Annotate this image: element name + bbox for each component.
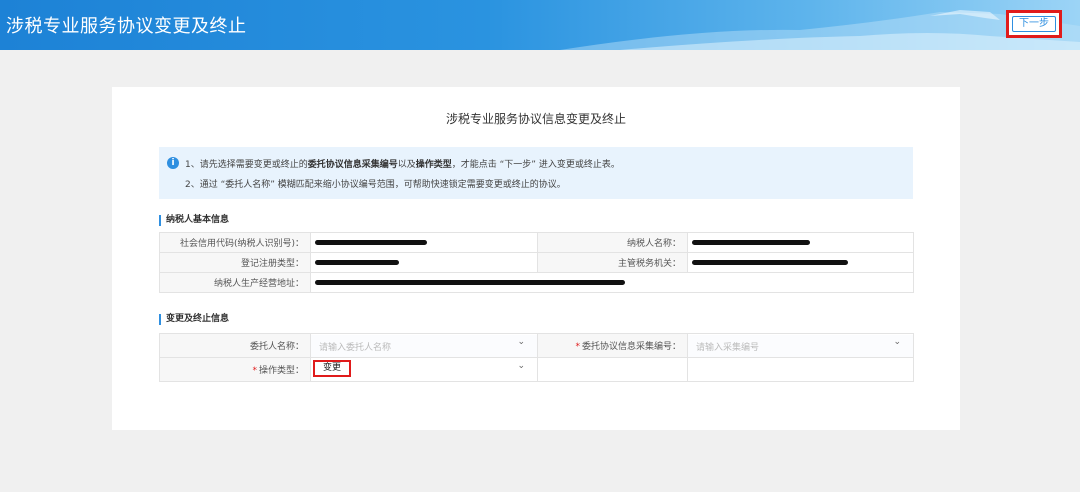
redacted-bar [692, 239, 810, 245]
redacted-bar [315, 259, 399, 265]
reg-type-label: 登记注册类型： [159, 252, 311, 273]
taxpayer-name-label: 纳税人名称： [537, 232, 688, 253]
chevron-down-icon[interactable]: ⌄ [517, 361, 525, 371]
empty-cell [687, 357, 914, 382]
agreement-no-select[interactable]: 请输入采集编号 ⌄ [687, 333, 914, 358]
agreement-no-label: * 委托协议信息采集编号： [537, 333, 688, 358]
client-name-placeholder: 请输入委托人名称 [319, 342, 392, 353]
address-value [310, 272, 914, 293]
notice-line-2: 2、通过 “委托人名称” 模糊匹配来缩小协议编号范围，可帮助快速锁定需要变更或终… [185, 180, 566, 190]
tax-office-label: 主管税务机关： [537, 252, 688, 273]
table-row: 社会信用代码(纳税人识别号)： 纳税人名称： [159, 232, 914, 253]
chevron-down-icon[interactable]: ⌄ [517, 337, 525, 347]
table-row: * 操作类型： 变更 ⌄ [159, 357, 914, 382]
change-section-title: 变更及终止信息 [159, 314, 229, 325]
empty-cell [537, 357, 688, 382]
agreement-no-placeholder: 请输入采集编号 [696, 342, 760, 353]
op-type-label: * 操作类型： [159, 357, 311, 382]
client-name-label: 委托人名称： [159, 333, 311, 358]
next-step-highlight: 下一步 [1006, 10, 1062, 38]
redacted-bar [315, 279, 625, 285]
next-step-button[interactable]: 下一步 [1012, 16, 1056, 32]
taxpayer-info-table: 社会信用代码(纳税人识别号)： 纳税人名称： 登记注册类型： 主管税务机关： 纳… [159, 232, 914, 293]
op-type-value: 变更 [322, 362, 341, 373]
taxpayer-section-title: 纳税人基本信息 [159, 215, 229, 226]
redacted-bar [315, 239, 427, 245]
credit-code-value [310, 232, 538, 253]
reg-type-value [310, 252, 538, 273]
taxpayer-name-value [687, 232, 914, 253]
notice-line-1: 1、请先选择需要变更或终止的委托协议信息采集编号以及操作类型，才能点击 “下一步… [185, 160, 620, 170]
credit-code-label: 社会信用代码(纳税人识别号)： [159, 232, 311, 253]
notice-box: i 1、请先选择需要变更或终止的委托协议信息采集编号以及操作类型，才能点击 “下… [159, 147, 913, 199]
form-title: 涉税专业服务协议信息变更及终止 [445, 112, 626, 126]
op-type-value-highlight: 变更 [313, 359, 351, 377]
top-header-bar: 涉税专业服务协议变更及终止 下一步 [0, 0, 1080, 50]
page-title: 涉税专业服务协议变更及终止 [6, 16, 247, 37]
table-row: 纳税人生产经营地址： [159, 272, 914, 293]
redacted-bar [692, 259, 848, 265]
table-row: 委托人名称： 请输入委托人名称 ⌄ * 委托协议信息采集编号： 请输入采集编号 ⌄ [159, 333, 914, 358]
op-type-select[interactable]: 变更 ⌄ [310, 357, 538, 382]
form-card: 涉税专业服务协议信息变更及终止 i 1、请先选择需要变更或终止的委托协议信息采集… [112, 87, 960, 430]
address-label: 纳税人生产经营地址： [159, 272, 311, 293]
change-info-table: 委托人名称： 请输入委托人名称 ⌄ * 委托协议信息采集编号： 请输入采集编号 ⌄… [159, 333, 914, 382]
tax-office-value [687, 252, 914, 273]
info-icon: i [167, 157, 179, 169]
table-row: 登记注册类型： 主管税务机关： [159, 252, 914, 273]
client-name-select[interactable]: 请输入委托人名称 ⌄ [310, 333, 538, 358]
chevron-down-icon[interactable]: ⌄ [893, 337, 901, 347]
